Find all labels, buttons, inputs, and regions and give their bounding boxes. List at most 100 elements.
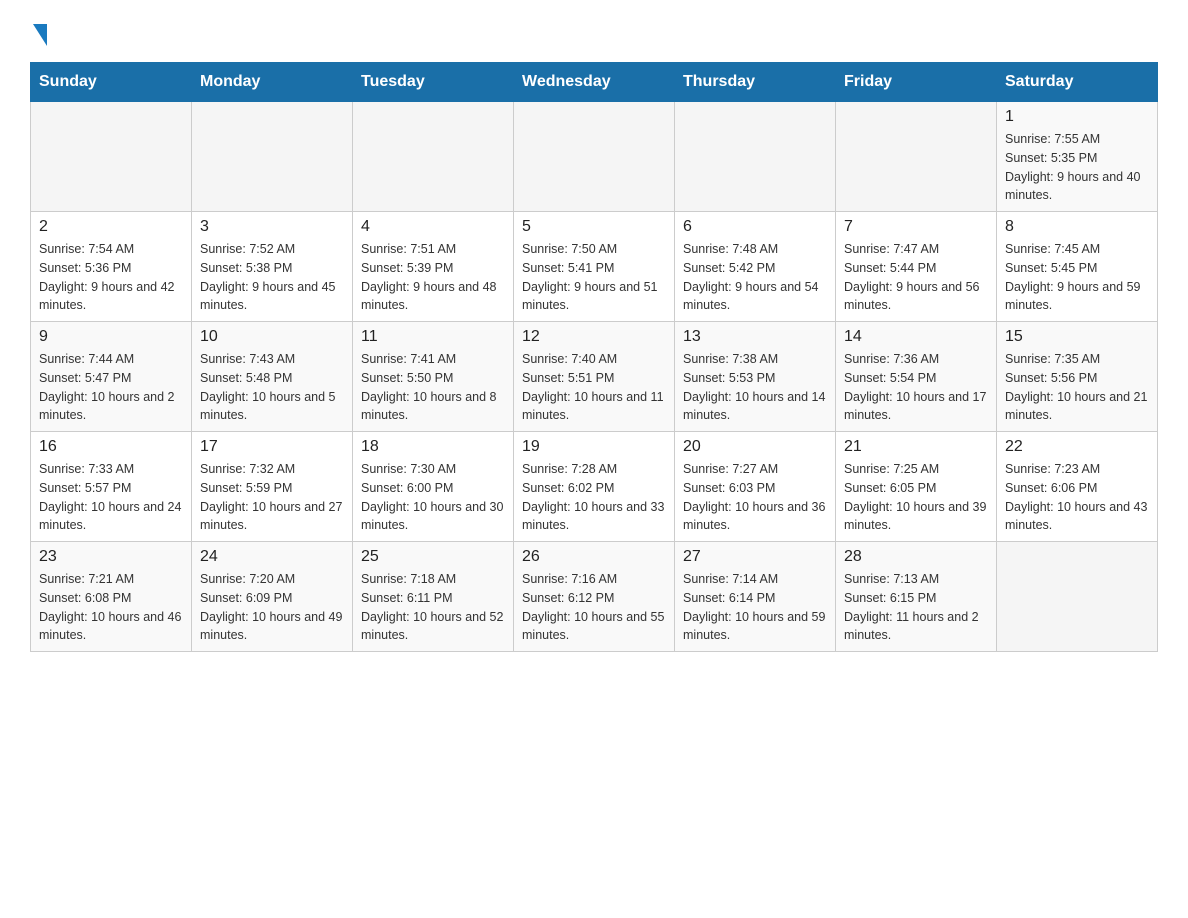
calendar-cell: 25 Sunrise: 7:18 AM Sunset: 6:11 PM Dayli…	[353, 542, 514, 652]
day-info: Sunrise: 7:13 AM Sunset: 6:15 PM Dayligh…	[844, 570, 988, 645]
calendar-cell	[514, 102, 675, 212]
calendar-cell: 27 Sunrise: 7:14 AM Sunset: 6:14 PM Dayli…	[675, 542, 836, 652]
weekday-header-thursday: Thursday	[675, 63, 836, 102]
calendar-cell	[836, 102, 997, 212]
calendar-cell	[997, 542, 1158, 652]
day-info: Sunrise: 7:32 AM Sunset: 5:59 PM Dayligh…	[200, 460, 344, 535]
day-number: 18	[361, 438, 505, 456]
calendar-cell: 11Sunrise: 7:41 AM Sunset: 5:50 PM Dayli…	[353, 322, 514, 432]
day-info: Sunrise: 7:55 AM Sunset: 5:35 PM Dayligh…	[1005, 130, 1149, 205]
day-number: 22	[1005, 438, 1149, 456]
day-number: 20	[683, 438, 827, 456]
day-number: 23	[39, 548, 183, 566]
day-number: 11	[361, 328, 505, 346]
calendar-cell: 14 Sunrise: 7:36 AM Sunset: 5:54 PM Dayli…	[836, 322, 997, 432]
calendar-cell: 22 Sunrise: 7:23 AM Sunset: 6:06 PM Dayli…	[997, 432, 1158, 542]
calendar-week-row: 16 Sunrise: 7:33 AM Sunset: 5:57 PM Dayli…	[31, 432, 1158, 542]
calendar-cell: 24 Sunrise: 7:20 AM Sunset: 6:09 PM Dayli…	[192, 542, 353, 652]
day-number: 14	[844, 328, 988, 346]
day-info: Sunrise: 7:51 AM Sunset: 5:39 PM Dayligh…	[361, 240, 505, 315]
logo	[30, 20, 47, 42]
day-number: 1	[1005, 108, 1149, 126]
day-info: Sunrise: 7:50 AM Sunset: 5:41 PM Dayligh…	[522, 240, 666, 315]
calendar-cell: 6 Sunrise: 7:48 AM Sunset: 5:42 PM Daylig…	[675, 212, 836, 322]
day-info: Sunrise: 7:16 AM Sunset: 6:12 PM Dayligh…	[522, 570, 666, 645]
day-number: 16	[39, 438, 183, 456]
calendar-cell: 4 Sunrise: 7:51 AM Sunset: 5:39 PM Daylig…	[353, 212, 514, 322]
day-info: Sunrise: 7:38 AM Sunset: 5:53 PM Dayligh…	[683, 350, 827, 425]
weekday-header-friday: Friday	[836, 63, 997, 102]
day-number: 25	[361, 548, 505, 566]
day-number: 6	[683, 218, 827, 236]
calendar-cell: 8 Sunrise: 7:45 AM Sunset: 5:45 PM Daylig…	[997, 212, 1158, 322]
day-number: 3	[200, 218, 344, 236]
day-number: 17	[200, 438, 344, 456]
calendar-cell	[675, 102, 836, 212]
day-info: Sunrise: 7:18 AM Sunset: 6:11 PM Dayligh…	[361, 570, 505, 645]
day-number: 5	[522, 218, 666, 236]
day-info: Sunrise: 7:35 AM Sunset: 5:56 PM Dayligh…	[1005, 350, 1149, 425]
day-number: 12	[522, 328, 666, 346]
day-info: Sunrise: 7:43 AM Sunset: 5:48 PM Dayligh…	[200, 350, 344, 425]
calendar-cell: 3 Sunrise: 7:52 AM Sunset: 5:38 PM Daylig…	[192, 212, 353, 322]
day-number: 4	[361, 218, 505, 236]
day-info: Sunrise: 7:44 AM Sunset: 5:47 PM Dayligh…	[39, 350, 183, 425]
day-info: Sunrise: 7:14 AM Sunset: 6:14 PM Dayligh…	[683, 570, 827, 645]
calendar-cell: 23 Sunrise: 7:21 AM Sunset: 6:08 PM Dayli…	[31, 542, 192, 652]
calendar-cell: 2 Sunrise: 7:54 AM Sunset: 5:36 PM Daylig…	[31, 212, 192, 322]
calendar-cell: 5 Sunrise: 7:50 AM Sunset: 5:41 PM Daylig…	[514, 212, 675, 322]
day-number: 8	[1005, 218, 1149, 236]
logo-triangle-icon	[33, 24, 47, 46]
weekday-header-sunday: Sunday	[31, 63, 192, 102]
day-info: Sunrise: 7:45 AM Sunset: 5:45 PM Dayligh…	[1005, 240, 1149, 315]
calendar-cell: 21Sunrise: 7:25 AM Sunset: 6:05 PM Dayli…	[836, 432, 997, 542]
calendar-table: SundayMondayTuesdayWednesdayThursdayFrid…	[30, 62, 1158, 652]
calendar-cell	[192, 102, 353, 212]
weekday-header-tuesday: Tuesday	[353, 63, 514, 102]
day-number: 15	[1005, 328, 1149, 346]
calendar-week-row: 2 Sunrise: 7:54 AM Sunset: 5:36 PM Daylig…	[31, 212, 1158, 322]
weekday-header-wednesday: Wednesday	[514, 63, 675, 102]
calendar-cell: 17 Sunrise: 7:32 AM Sunset: 5:59 PM Dayli…	[192, 432, 353, 542]
calendar-cell: 20 Sunrise: 7:27 AM Sunset: 6:03 PM Dayli…	[675, 432, 836, 542]
calendar-week-row: 1 Sunrise: 7:55 AM Sunset: 5:35 PM Daylig…	[31, 102, 1158, 212]
day-info: Sunrise: 7:28 AM Sunset: 6:02 PM Dayligh…	[522, 460, 666, 535]
day-number: 27	[683, 548, 827, 566]
day-number: 9	[39, 328, 183, 346]
calendar-cell: 18Sunrise: 7:30 AM Sunset: 6:00 PM Dayli…	[353, 432, 514, 542]
day-info: Sunrise: 7:27 AM Sunset: 6:03 PM Dayligh…	[683, 460, 827, 535]
day-number: 13	[683, 328, 827, 346]
calendar-cell: 1 Sunrise: 7:55 AM Sunset: 5:35 PM Daylig…	[997, 102, 1158, 212]
calendar-cell: 7 Sunrise: 7:47 AM Sunset: 5:44 PM Daylig…	[836, 212, 997, 322]
calendar-cell: 15 Sunrise: 7:35 AM Sunset: 5:56 PM Dayli…	[997, 322, 1158, 432]
day-info: Sunrise: 7:54 AM Sunset: 5:36 PM Dayligh…	[39, 240, 183, 315]
day-number: 2	[39, 218, 183, 236]
day-info: Sunrise: 7:23 AM Sunset: 6:06 PM Dayligh…	[1005, 460, 1149, 535]
day-info: Sunrise: 7:33 AM Sunset: 5:57 PM Dayligh…	[39, 460, 183, 535]
day-info: Sunrise: 7:36 AM Sunset: 5:54 PM Dayligh…	[844, 350, 988, 425]
calendar-week-row: 9 Sunrise: 7:44 AM Sunset: 5:47 PM Daylig…	[31, 322, 1158, 432]
calendar-cell: 19 Sunrise: 7:28 AM Sunset: 6:02 PM Dayli…	[514, 432, 675, 542]
day-number: 24	[200, 548, 344, 566]
calendar-cell: 10Sunrise: 7:43 AM Sunset: 5:48 PM Dayli…	[192, 322, 353, 432]
day-info: Sunrise: 7:20 AM Sunset: 6:09 PM Dayligh…	[200, 570, 344, 645]
day-info: Sunrise: 7:40 AM Sunset: 5:51 PM Dayligh…	[522, 350, 666, 425]
calendar-cell: 12 Sunrise: 7:40 AM Sunset: 5:51 PM Dayli…	[514, 322, 675, 432]
calendar-cell: 28 Sunrise: 7:13 AM Sunset: 6:15 PM Dayli…	[836, 542, 997, 652]
calendar-cell	[31, 102, 192, 212]
calendar-cell	[353, 102, 514, 212]
day-info: Sunrise: 7:52 AM Sunset: 5:38 PM Dayligh…	[200, 240, 344, 315]
day-info: Sunrise: 7:48 AM Sunset: 5:42 PM Dayligh…	[683, 240, 827, 315]
day-number: 7	[844, 218, 988, 236]
day-number: 21	[844, 438, 988, 456]
day-number: 19	[522, 438, 666, 456]
day-info: Sunrise: 7:47 AM Sunset: 5:44 PM Dayligh…	[844, 240, 988, 315]
day-info: Sunrise: 7:21 AM Sunset: 6:08 PM Dayligh…	[39, 570, 183, 645]
day-number: 28	[844, 548, 988, 566]
calendar-cell: 9 Sunrise: 7:44 AM Sunset: 5:47 PM Daylig…	[31, 322, 192, 432]
day-number: 26	[522, 548, 666, 566]
weekday-header-monday: Monday	[192, 63, 353, 102]
weekday-header-row: SundayMondayTuesdayWednesdayThursdayFrid…	[31, 63, 1158, 102]
header	[30, 20, 1158, 42]
calendar-week-row: 23 Sunrise: 7:21 AM Sunset: 6:08 PM Dayli…	[31, 542, 1158, 652]
